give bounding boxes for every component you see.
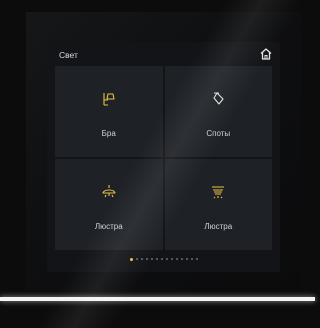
tile-sconce[interactable]: Бра	[55, 66, 163, 157]
page-dot[interactable]	[165, 258, 168, 260]
tile-spots[interactable]: Споты	[164, 66, 272, 157]
page-dot[interactable]	[180, 258, 183, 260]
page-dot[interactable]	[195, 258, 198, 260]
ceiling-light-icon	[210, 184, 226, 200]
page-dot[interactable]	[135, 258, 138, 260]
page-dot[interactable]	[145, 258, 148, 260]
page-dot[interactable]	[160, 258, 163, 260]
page-dot[interactable]	[140, 258, 143, 260]
sconce-icon	[101, 91, 117, 107]
spotlight-icon	[210, 91, 226, 107]
tile-chandelier[interactable]: Люстра	[55, 159, 163, 250]
page-dot-active[interactable]	[129, 257, 133, 261]
page-indicator[interactable]	[47, 257, 280, 261]
page-dot[interactable]	[155, 258, 158, 260]
page-dot[interactable]	[150, 258, 153, 260]
page-dot[interactable]	[170, 258, 173, 260]
tile-label: Бра	[101, 129, 116, 138]
tile-label: Люстра	[204, 222, 233, 231]
led-light-strip	[0, 297, 315, 301]
page-title: Свет	[59, 50, 78, 60]
chandelier-icon	[101, 184, 117, 200]
page-dot[interactable]	[185, 258, 188, 260]
page-dot[interactable]	[175, 258, 178, 260]
touch-screen: Свет Бра Споты Люстра Люстра	[47, 42, 280, 272]
home-icon[interactable]	[259, 47, 273, 61]
light-tiles-grid: Бра Споты Люстра Люстра	[55, 66, 272, 250]
tile-label: Споты	[206, 129, 231, 138]
page-dot[interactable]	[190, 258, 193, 260]
tile-ceiling-light[interactable]: Люстра	[164, 159, 272, 250]
tile-label: Люстра	[94, 222, 123, 231]
